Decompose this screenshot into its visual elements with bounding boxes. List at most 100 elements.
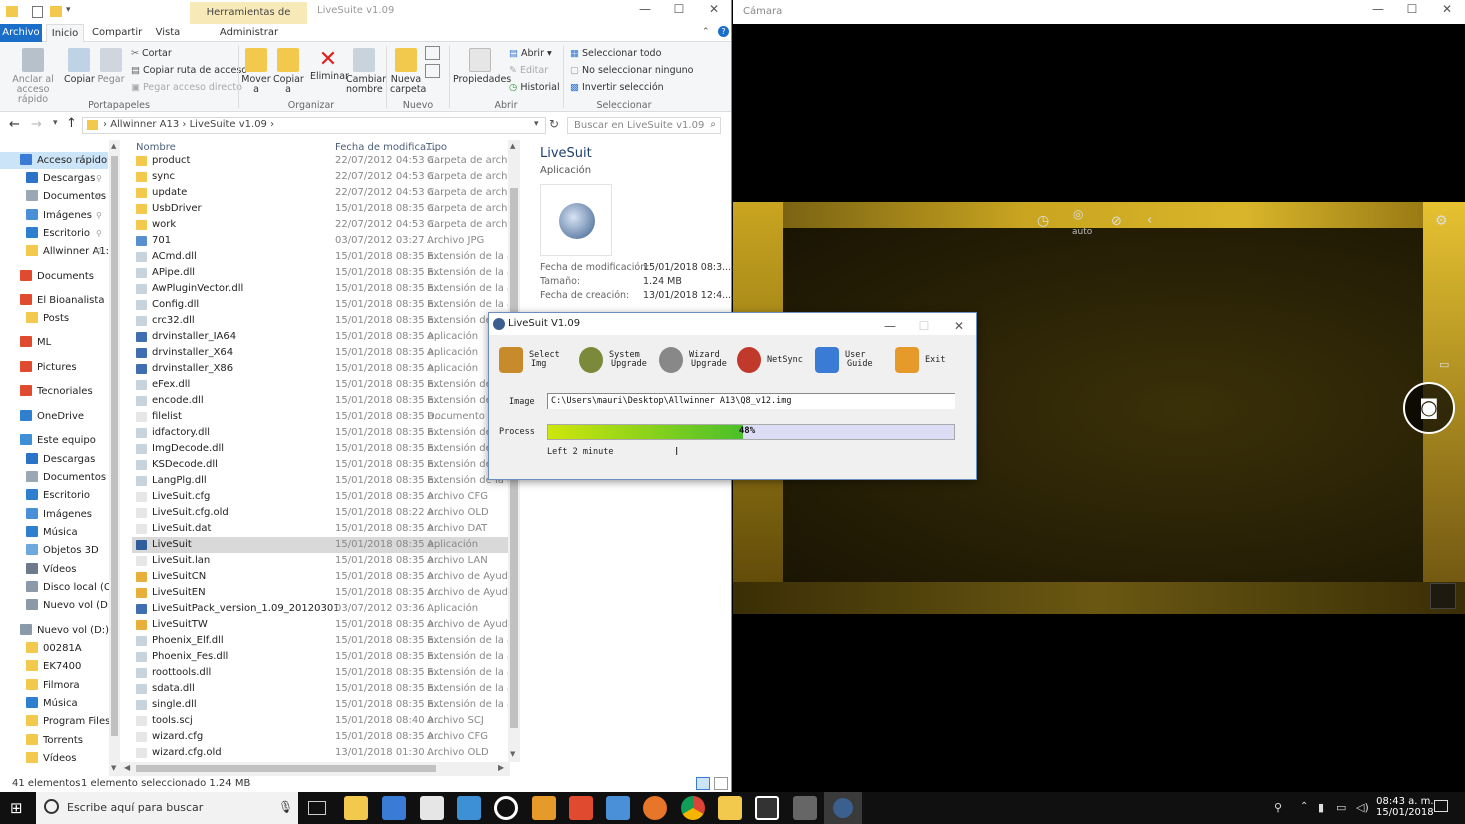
properties-quick-icon[interactable] (32, 6, 43, 18)
file-row[interactable]: KSDecode.dll 15/01/2018 08:35 a... Extensi… (132, 457, 520, 473)
file-row[interactable]: LiveSuit 15/01/2018 08:35 a... Aplicación (132, 537, 509, 553)
task-view-icon[interactable] (308, 801, 326, 815)
nav-item[interactable]: EK7400 (0, 658, 108, 675)
search-input[interactable]: Buscar en LiveSuite v1.09 ⌕ (567, 117, 721, 134)
nav-item[interactable]: Torrents (0, 732, 108, 749)
store-taskbar-icon[interactable] (382, 796, 406, 820)
nav-item[interactable]: Documentos (0, 469, 108, 486)
delete-button[interactable]: ✕ Eliminar (310, 48, 349, 82)
nav-item[interactable]: Imágenes ⚲ (0, 207, 108, 224)
select-all-button[interactable]: ▦ Seleccionar todo (570, 48, 661, 59)
file-row[interactable]: sdata.dll 15/01/2018 08:35 a... Extensión … (132, 681, 520, 697)
address-dropdown-icon[interactable]: ▾ (534, 119, 539, 129)
nav-item[interactable]: El Bioanalista (0, 292, 108, 309)
nav-item[interactable]: Este equipo (0, 432, 108, 449)
file-row[interactable]: wizard.cfg 15/01/2018 08:35 a... Archivo C… (132, 729, 509, 745)
nav-item[interactable]: Allwinner A1: ⚲ (0, 243, 109, 260)
camera-titlebar[interactable]: Cámara — ☐ ✕ (733, 0, 1465, 24)
close-button[interactable]: ✕ (699, 2, 729, 22)
file-row[interactable]: Config.dll 15/01/2018 08:35 a... Extensión… (132, 297, 520, 313)
file-row[interactable]: UsbDriver 15/01/2018 08:35 a... Carpeta de… (132, 201, 520, 217)
white-balance-icon[interactable]: ⊘ (1111, 214, 1122, 229)
file-row[interactable]: LangPlg.dll 15/01/2018 08:35 a... Extensió… (132, 473, 520, 489)
volume-icon[interactable]: ◁) (1356, 801, 1369, 814)
file-row[interactable]: single.dll 15/01/2018 08:35 a... Extensión… (132, 697, 520, 713)
livesuit-system-button[interactable]: System Upgrade (579, 347, 653, 379)
scroll-up-icon[interactable]: ▲ (510, 142, 515, 150)
new-item-icon[interactable] (425, 46, 440, 60)
app-taskbar-icon[interactable] (532, 796, 556, 820)
large-icons-view-icon[interactable] (714, 777, 728, 790)
up-arrow-icon[interactable]: ↑ (66, 116, 77, 131)
mail-taskbar-icon[interactable] (420, 796, 444, 820)
battery-icon[interactable]: ▮ (1318, 801, 1324, 814)
nav-item[interactable]: Música (0, 695, 108, 712)
exposure-icon[interactable]: ◎ (1073, 207, 1083, 221)
nav-item[interactable]: Música (0, 524, 108, 541)
nav-item[interactable]: Escritorio ⚲ (0, 225, 108, 242)
nav-item[interactable]: Documentos ⚲ (0, 188, 108, 205)
file-row[interactable]: ImgDecode.dll 15/01/2018 08:35 a... Extens… (132, 441, 520, 457)
nav-item[interactable]: Nuevo vol (D:) (0, 622, 109, 639)
file-explorer-taskbar-icon[interactable] (344, 796, 368, 820)
nav-item[interactable]: Program Files (0, 713, 110, 730)
file-row[interactable]: drvinstaller_X64 15/01/2018 08:35 a... Apl… (132, 345, 509, 361)
camera-close-button[interactable]: ✕ (1432, 2, 1462, 22)
copy-path-button[interactable]: ▤ Copiar ruta de acceso (131, 65, 247, 76)
video-mode-icon[interactable]: ▭ (1439, 358, 1449, 371)
camera-minimize-button[interactable]: — (1363, 2, 1393, 22)
paste-shortcut-button[interactable]: ▣ Pegar acceso directo (131, 82, 242, 93)
file-row[interactable]: eFex.dll 15/01/2018 08:35 a... Extensión d… (132, 377, 520, 393)
file-row[interactable]: wizard.cfg.old 13/01/2018 01:30 ... Archiv… (132, 745, 509, 761)
taskbar-search-box[interactable]: Escribe aquí para buscar 🎙 (36, 792, 298, 824)
file-row[interactable]: product 22/07/2012 04:53 a... Carpeta de a… (132, 153, 520, 169)
details-view-icon[interactable] (696, 777, 710, 790)
invert-selection-button[interactable]: ▩ Invertir selección (570, 82, 664, 93)
history-button[interactable]: ◷ Historial (509, 82, 560, 93)
file-row[interactable]: AwPluginVector.dll 15/01/2018 08:35 a... E… (132, 281, 520, 297)
app2-taskbar-icon[interactable] (569, 796, 593, 820)
file-row[interactable]: LiveSuit.lan 15/01/2018 08:35 a... Archivo… (132, 553, 509, 569)
customize-quick-access-icon[interactable]: ▾ (66, 5, 71, 15)
scroll-down-icon[interactable]: ▼ (111, 764, 116, 772)
nav-item[interactable]: 00281A (0, 640, 108, 657)
last-photo-thumbnail[interactable] (1430, 583, 1456, 609)
microphone-icon[interactable]: 🎙 (278, 800, 293, 814)
take-photo-button[interactable]: ◙ (1403, 382, 1455, 434)
recent-locations-icon[interactable]: ▾ (53, 118, 58, 128)
nav-item[interactable]: Disco local (C:) (0, 579, 118, 596)
nav-item[interactable]: Vídeos (0, 561, 108, 578)
file-row[interactable]: idfactory.dll 15/01/2018 08:35 a... Extens… (132, 425, 520, 441)
file-row[interactable]: LiveSuitCN 15/01/2018 08:35 a... Archivo d… (132, 569, 520, 585)
help-icon[interactable]: ? (718, 26, 729, 37)
nav-item[interactable]: Tecnoriales (0, 383, 108, 400)
file-row[interactable]: LiveSuitPack_version_1.09_20120301 03/07/… (132, 601, 509, 617)
tab-vista[interactable]: Vista (150, 24, 186, 42)
properties-button[interactable]: Propiedades (453, 48, 511, 85)
collapse-controls-icon[interactable]: ‹ (1147, 213, 1152, 228)
explorer-titlebar[interactable]: ▾ Herramientas de aplicación LiveSuite v… (0, 0, 731, 40)
refresh-icon[interactable]: ↻ (549, 117, 559, 131)
app4-taskbar-icon[interactable] (793, 796, 817, 820)
file-row[interactable]: tools.scj 15/01/2018 08:40 a... Archivo SC… (132, 713, 509, 729)
select-none-button[interactable]: ▢ No seleccionar ninguno (570, 65, 693, 76)
image-path-field[interactable]: C:\Users\mauri\Desktop\Allwinner A13\Q8_… (547, 393, 955, 409)
windows-start-icon[interactable]: ⊞ (10, 799, 23, 817)
nav-item[interactable]: Objetos 3D (0, 542, 108, 559)
nav-scroll-thumb[interactable] (111, 156, 118, 736)
file-row[interactable]: work 22/07/2012 04:53 a... Carpeta de arch… (132, 217, 520, 233)
edit-button[interactable]: ✎ Editar (509, 65, 548, 76)
show-hidden-icons-icon[interactable]: ⌃ (1300, 801, 1308, 812)
camera-taskbar-icon[interactable] (755, 796, 779, 820)
nav-scrollbar[interactable]: ▲ ▼ (109, 140, 120, 776)
forward-arrow-icon[interactable]: → (31, 117, 42, 132)
breadcrumb-livesuite[interactable]: LiveSuite v1.09 (190, 119, 267, 130)
file-row[interactable]: Phoenix_Fes.dll 15/01/2018 08:35 a... Exte… (132, 649, 520, 665)
file-row[interactable]: LiveSuit.cfg 15/01/2018 08:35 a... Archivo… (132, 489, 509, 505)
people-icon[interactable]: ⚲ (1274, 801, 1282, 814)
move-to-button[interactable]: Mover a (241, 48, 271, 95)
file-row[interactable]: LiveSuitEN 15/01/2018 08:35 a... Archivo d… (132, 585, 520, 601)
livesuit-select-button[interactable]: Select Img (499, 347, 573, 379)
file-row[interactable]: sync 22/07/2012 04:53 a... Carpeta de arch… (132, 169, 520, 185)
livesuit-user-button[interactable]: User Guide (815, 347, 889, 379)
